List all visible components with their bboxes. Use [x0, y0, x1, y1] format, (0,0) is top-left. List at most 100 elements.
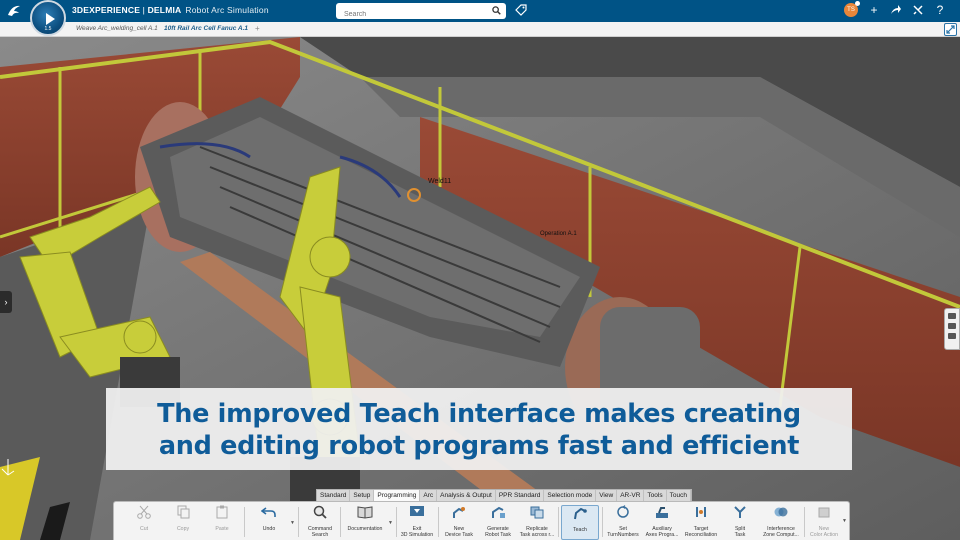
new-color-action-button[interactable]: New Color Action — [804, 505, 844, 540]
command-search-icon — [313, 505, 327, 519]
teach-icon — [574, 507, 587, 520]
split-task-button[interactable]: Split Task — [720, 505, 760, 540]
collapse-left-panel-button[interactable]: › — [0, 291, 12, 313]
compass-version: 1.5 — [44, 26, 52, 32]
tag-icon[interactable] — [515, 4, 527, 16]
compass-button[interactable]: 1.5 — [30, 0, 66, 36]
split-task-icon — [734, 506, 746, 518]
new-device-task-button[interactable]: New Device Task — [439, 505, 479, 540]
generate-robot-task-button[interactable]: Generate Robot Task — [478, 505, 518, 540]
teach-label: Teach — [573, 527, 587, 533]
turn-numbers-icon — [617, 505, 629, 518]
tab-touch[interactable]: Touch — [667, 490, 691, 501]
color-action-icon — [818, 507, 830, 518]
interference-zone-icon — [774, 507, 788, 517]
copy-button[interactable]: Copy — [163, 505, 203, 540]
tab-10ft-rail-arc-cell[interactable]: 10ft Rail Arc Cell Fanuc A.1 — [164, 25, 248, 32]
generate-robot-task-label: Generate Robot Task — [485, 526, 511, 538]
operation-label[interactable]: Operation A.1 — [540, 231, 577, 237]
exit-3d-simulation-button[interactable]: Exit 3D Simulation — [397, 505, 437, 540]
app-title: 3DEXPERIENCE | DELMIA Robot Arc Simulatio… — [72, 5, 269, 15]
undo-button[interactable]: Undo — [249, 505, 289, 540]
tab-ppr-standard[interactable]: PPR Standard — [496, 490, 545, 501]
app-window: 1.5 3DEXPERIENCE | DELMIA Robot Arc Simul… — [0, 0, 960, 540]
panel-toggle-icon — [948, 333, 956, 339]
cut-label: Cut — [139, 526, 149, 532]
auxiliary-axes-button[interactable]: Auxiliary Axes Progra... — [642, 505, 682, 540]
help-icon[interactable]: ? — [934, 4, 946, 16]
separator — [558, 507, 559, 537]
avatar[interactable]: TS — [844, 1, 860, 17]
interference-zone-button[interactable]: Interference Zone Comput... — [759, 505, 803, 540]
paste-label: Paste — [215, 526, 229, 532]
book-icon — [357, 506, 373, 519]
interference-zone-label: Interference Zone Comput... — [763, 526, 799, 538]
caption-line-2: and editing robot programs fast and effi… — [158, 431, 800, 461]
target-reconciliation-label: Target Reconciliation — [684, 526, 718, 538]
scissors-icon — [137, 505, 151, 519]
play-icon — [46, 13, 55, 25]
brand-name: 3DEXPERIENCE — [72, 5, 141, 15]
auxiliary-axes-icon — [656, 507, 668, 518]
weld-label[interactable]: Weld11 — [428, 178, 451, 185]
panel-toggle-icon — [948, 323, 956, 329]
new-color-action-label: New Color Action — [810, 526, 838, 538]
add-tab-button[interactable]: + — [255, 24, 260, 33]
teach-button[interactable]: Teach — [561, 505, 599, 540]
target-reconciliation-icon — [696, 507, 706, 517]
replicate-task-button[interactable]: Replicate Task across r... — [517, 505, 557, 540]
undo-icon — [260, 507, 276, 517]
tab-weave-arc-welding-cell[interactable]: Weave Arc_welding_cell A.1 — [76, 25, 158, 32]
caption-banner: The improved Teach interface makes creat… — [106, 388, 852, 470]
search-input[interactable] — [336, 6, 476, 23]
paste-button[interactable]: Paste — [202, 505, 242, 540]
tab-standard[interactable]: Standard — [317, 490, 351, 501]
separator — [244, 507, 245, 537]
paste-icon — [216, 505, 228, 519]
search-box — [336, 3, 506, 23]
cut-button[interactable]: Cut — [124, 505, 164, 540]
tab-programming[interactable]: Programming — [374, 490, 421, 501]
panel-toggle-icon — [948, 313, 956, 319]
undo-dropdown-icon[interactable]: ▼ — [290, 520, 295, 526]
3ds-logo-icon[interactable] — [6, 3, 22, 19]
auxiliary-axes-label: Auxiliary Axes Progra... — [645, 526, 679, 538]
tab-selection-mode[interactable]: Selection mode — [544, 490, 597, 501]
undo-label: Undo — [262, 526, 276, 532]
command-search-label: Command Search — [308, 526, 332, 538]
right-panel-toggle[interactable] — [944, 308, 960, 350]
action-bar-tabs: Standard Setup Programming Arc Analysis … — [316, 489, 692, 501]
documentation-label: Documentation — [347, 526, 383, 532]
generate-robot-task-icon — [492, 506, 505, 518]
tab-tools[interactable]: Tools — [644, 490, 667, 501]
copy-icon — [177, 505, 190, 519]
documentation-dropdown-icon[interactable]: ▼ — [388, 520, 393, 526]
document-tab-bar: Weave Arc_welding_cell A.1 10ft Rail Arc… — [0, 22, 960, 37]
set-turnnumbers-button[interactable]: Set TurnNumbers — [603, 505, 643, 540]
split-task-label: Split Task — [734, 526, 746, 538]
app-name: Robot Arc Simulation — [185, 5, 269, 15]
device-task-icon — [453, 507, 465, 518]
tab-arc[interactable]: Arc — [420, 490, 438, 501]
exit-simulation-icon — [410, 506, 424, 516]
documentation-button[interactable]: Documentation — [342, 505, 388, 540]
tools-icon[interactable] — [912, 4, 924, 16]
tab-ar-vr[interactable]: AR-VR — [617, 490, 645, 501]
action-bar-more-icon[interactable]: ▼ — [842, 518, 847, 524]
notification-dot — [855, 1, 860, 6]
avatar-initials: TS — [847, 7, 855, 13]
share-icon[interactable] — [890, 4, 902, 16]
target-reconciliation-button[interactable]: Target Reconciliation — [681, 505, 721, 540]
top-bar: 1.5 3DEXPERIENCE | DELMIA Robot Arc Simul… — [0, 0, 960, 36]
command-search-button[interactable]: Command Search — [300, 505, 340, 540]
tab-setup[interactable]: Setup — [350, 490, 375, 501]
search-icon[interactable] — [492, 6, 501, 15]
caption-line-1: The improved Teach interface makes creat… — [157, 399, 801, 429]
add-icon[interactable]: + — [868, 4, 880, 16]
tab-view[interactable]: View — [596, 490, 618, 501]
replicate-task-label: Replicate Task across r... — [519, 526, 555, 538]
expand-icon[interactable] — [944, 23, 957, 36]
brand-separator: | — [140, 5, 148, 15]
tab-analysis-output[interactable]: Analysis & Output — [437, 490, 496, 501]
exit-3d-simulation-label: Exit 3D Simulation — [400, 526, 434, 538]
